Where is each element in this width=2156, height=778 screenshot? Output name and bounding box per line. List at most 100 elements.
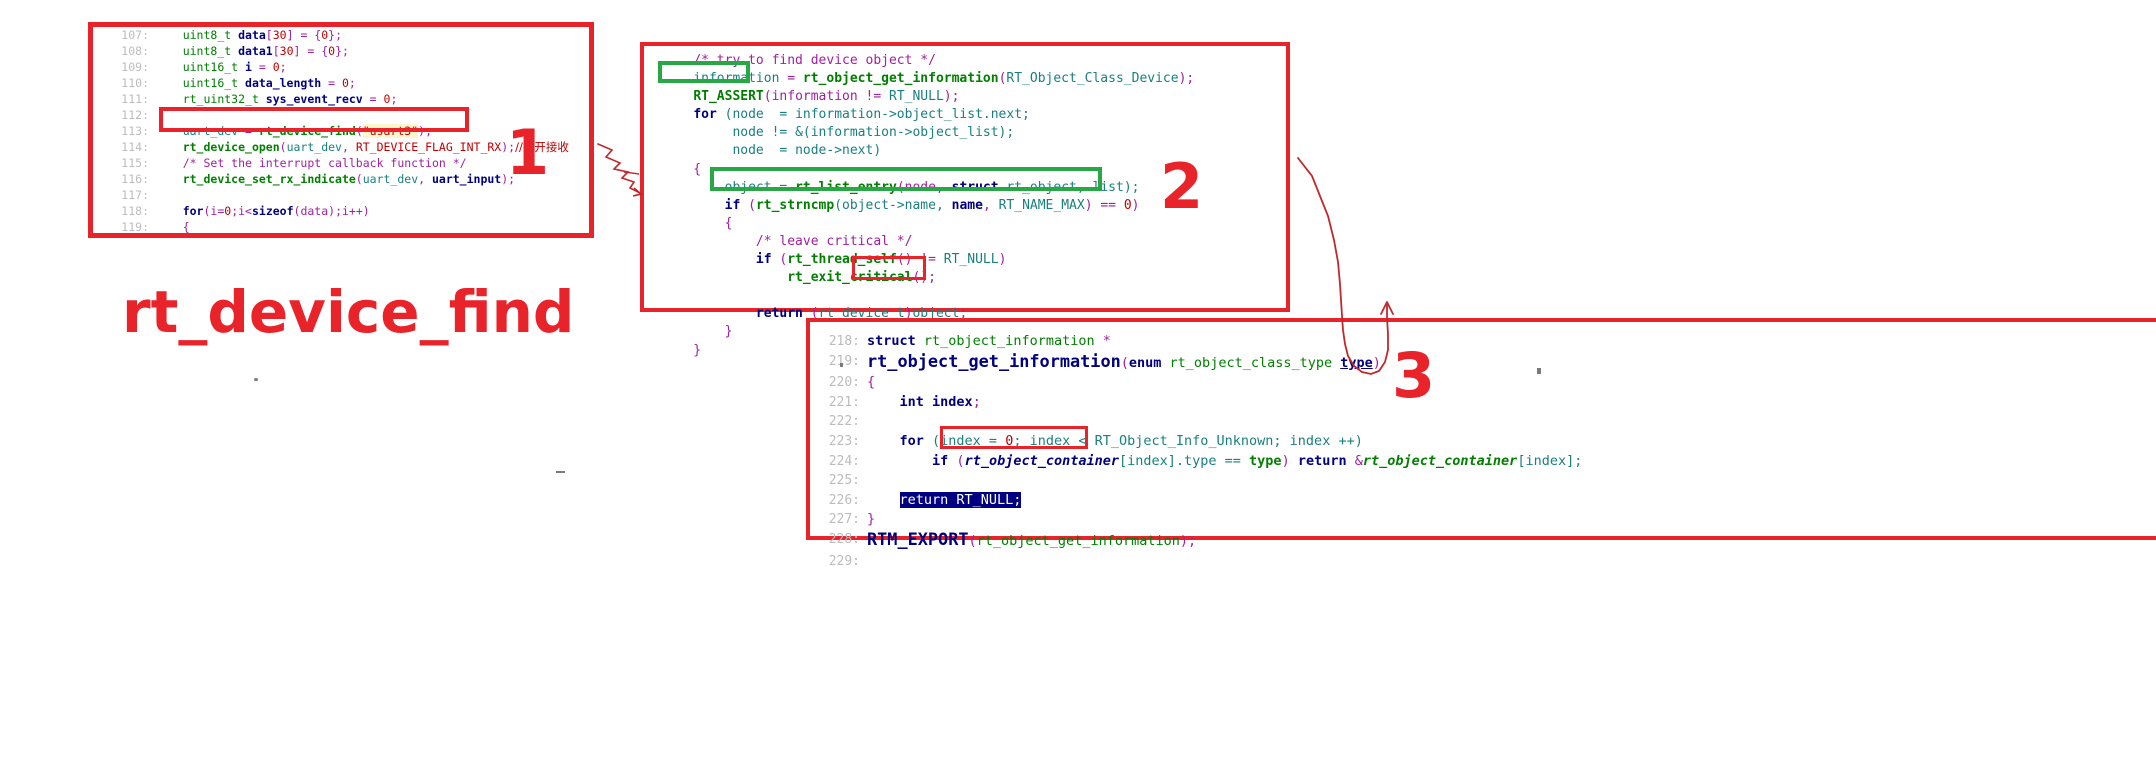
code-text: uint8_t data1[30] = {0}; — [155, 43, 349, 59]
code-token: ] = { — [286, 28, 322, 42]
code-line: 222 — [810, 412, 2156, 432]
code-token: & — [1346, 452, 1363, 469]
code-token: object = — [724, 179, 796, 195]
line-number: 228 — [810, 530, 867, 550]
code-token: sys_event_recv — [265, 92, 363, 106]
code-lines-list: 218struct rt_object_information *219rt_o… — [810, 332, 2156, 571]
code-token: for — [899, 432, 924, 449]
code-token: ] = { — [293, 44, 329, 58]
code-line: 107 uint8_t data[30] = {0}; — [93, 27, 589, 43]
code-line: 218struct rt_object_information * — [810, 332, 2156, 352]
arrow-panel1-to-panel2 — [597, 143, 641, 194]
code-token: node = node->next) — [732, 143, 882, 159]
code-token: rt_object_container — [964, 452, 1119, 469]
code-text: { — [662, 215, 733, 233]
code-token: (object->name, — [834, 197, 952, 213]
code-text: if (rt_thread_self() != RT_NULL) — [662, 251, 1006, 269]
stray-mark — [254, 378, 258, 381]
code-text: { — [155, 219, 190, 233]
code-token: uint8_t — [182, 44, 239, 58]
code-token: index — [932, 393, 973, 410]
code-token: /* leave critical */ — [755, 233, 913, 249]
code-token: ; — [972, 393, 981, 410]
code-token: }; — [328, 28, 343, 42]
code-token: ) — [998, 252, 1007, 268]
code-token: ( — [771, 252, 788, 268]
code-token: 30 — [279, 44, 294, 58]
line-number: 107 — [93, 27, 155, 43]
step-number-1: 1 — [506, 116, 550, 189]
arrow-panel1-to-panel2-tick — [623, 171, 640, 175]
code-token: data_length — [245, 76, 322, 90]
code-text: object = rt_list_entry(node, struct rt_o… — [662, 179, 1140, 197]
code-token: , — [418, 172, 432, 186]
code-token: ; — [279, 60, 287, 74]
code-token: (information != — [763, 89, 889, 105]
code-text: { — [867, 373, 875, 393]
code-line: 223 for (index = 0; index < RT_Object_In… — [810, 432, 2156, 452]
code-token: rt_list_entry — [795, 179, 897, 195]
code-token: ) — [1372, 354, 1381, 371]
code-token: ) — [1281, 452, 1298, 469]
code-token: RT_NULL — [889, 89, 944, 105]
code-token: = — [362, 92, 384, 106]
line-number: 117 — [93, 187, 155, 203]
line-number: 225 — [810, 471, 867, 491]
code-token: RT_Object_Info_Unknown — [1094, 432, 1274, 449]
line-number: 119 — [93, 219, 155, 233]
code-token: RT_DEVICE_FLAG_INT_RX — [355, 140, 502, 154]
code-token: { — [662, 215, 733, 231]
code-token: * — [1102, 333, 1111, 349]
code-text: uint16_t i = 0; — [155, 59, 287, 75]
code-line: 226 return RT_NULL; — [810, 491, 2156, 511]
code-token: struct — [951, 179, 999, 195]
code-token: data1 — [238, 44, 273, 58]
code-token: return — [1297, 452, 1347, 469]
code-line: 108 uint8_t data1[30] = {0}; — [93, 43, 589, 59]
code-text: for (node = information->object_list.nex… — [662, 106, 1030, 124]
code-token: } — [662, 342, 702, 358]
code-token: rt_object_information — [915, 333, 1103, 349]
code-token: ); — [1179, 532, 1197, 549]
code-token: 30 — [272, 28, 287, 42]
code-line: 220{ — [810, 373, 2156, 393]
line-number: 112 — [93, 107, 155, 123]
code-line: 221 int index; — [810, 393, 2156, 413]
code-token: rt_object_get_information — [867, 350, 1121, 371]
code-token: uart_dev — [182, 124, 239, 138]
arrow-panel2-to-panel3-head — [1380, 301, 1394, 315]
code-line: information = rt_object_get_information(… — [644, 70, 1286, 88]
code-line: 219rt_object_get_information(enum rt_obj… — [810, 350, 2156, 374]
code-text: uint8_t data[30] = {0}; — [155, 27, 342, 43]
line-number: 110 — [93, 75, 155, 91]
code-text: for(i=0;i<sizeof(data);i++) — [155, 203, 370, 219]
code-text: uart_dev = rt_device_find("usart3"); — [155, 123, 432, 139]
code-token: rt_object_container — [1362, 452, 1518, 469]
code-token: rt_object, list); — [998, 179, 1140, 195]
code-line: 109 uint16_t i = 0; — [93, 59, 589, 75]
code-line: 111 rt_uint32_t sys_event_recv = 0; — [93, 91, 589, 107]
step-number-3: 3 — [1392, 339, 1436, 412]
code-token: }; — [335, 44, 349, 58]
code-token: rt_uint32_t — [182, 92, 266, 106]
code-token: 0 — [1123, 197, 1132, 213]
rt-object-get-information-panel: 218struct rt_object_information *219rt_o… — [806, 318, 2156, 569]
code-line: 228RTM_EXPORT(rt_object_get_information)… — [810, 529, 2156, 552]
code-token: for — [693, 107, 717, 123]
